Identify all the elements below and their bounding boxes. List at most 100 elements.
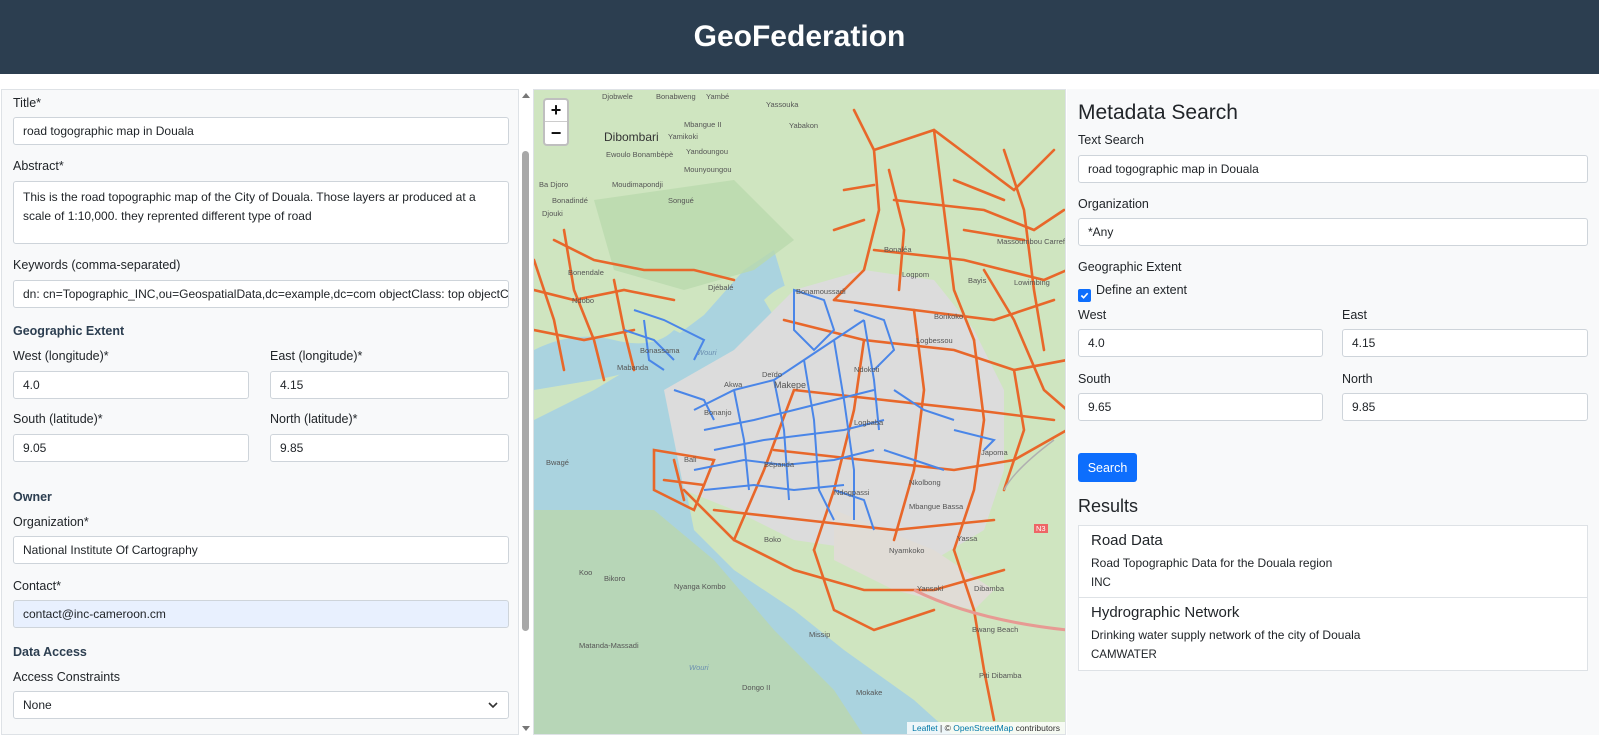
contact-input[interactable]: contact@inc-cameroon.cm	[13, 600, 509, 628]
map-label-yamikoki: Yamikoki	[668, 132, 698, 141]
results-heading: Results	[1078, 496, 1139, 516]
organization-input[interactable]: National Institute Of Cartography	[13, 536, 509, 564]
result-organization: INC	[1091, 577, 1111, 589]
map-attribution: Leaflet | © OpenStreetMap contributors	[907, 722, 1065, 734]
zoom-in-button[interactable]: +	[545, 100, 567, 122]
north-label: North (latitude)*	[270, 412, 358, 426]
map-label-boko: Boko	[764, 535, 782, 544]
east-label: East (longitude)*	[270, 349, 363, 363]
text-search-label: Text Search	[1078, 133, 1145, 147]
leaflet-link[interactable]: Leaflet	[912, 723, 938, 733]
map-label-mbangue-ii: Mbangue II	[684, 120, 722, 129]
search-north-input[interactable]: 9.85	[1342, 393, 1588, 421]
map-label-nyamkoko: Nyamkoko	[889, 546, 925, 555]
search-title: Metadata Search	[1078, 101, 1238, 124]
search-extent-label: Geographic Extent	[1078, 260, 1182, 274]
data-access-heading: Data Access	[13, 645, 87, 659]
map-label-bonanjo: Bonanjo	[704, 408, 732, 417]
map-label-mabanda: Mabanda	[617, 363, 649, 372]
search-west-input[interactable]: 4.0	[1078, 329, 1323, 357]
map-label-bwage: Bwagé	[546, 458, 569, 467]
map-label-djobwele: Djobwele	[602, 92, 633, 101]
map-label-bonassama: Bonassama	[640, 346, 680, 355]
north-input[interactable]: 9.85	[270, 434, 509, 462]
map-label-dibamba: Dibamba	[974, 584, 1005, 593]
map-label-bonadinde: Bonadindé	[552, 196, 588, 205]
map-label-nkolbong: Nkolbong	[909, 478, 941, 487]
map-label-massoumbou: Massoumbou Carrefour	[997, 237, 1065, 246]
map-label-ndokoti: Ndokoti	[854, 365, 880, 374]
title-label: Title*	[13, 96, 42, 110]
map-label-yassouka: Yassouka	[766, 100, 799, 109]
abstract-label: Abstract*	[13, 159, 64, 173]
result-item[interactable]: Road Data Road Topographic Data for the …	[1079, 526, 1587, 598]
map-label-bikoro: Bikoro	[604, 574, 626, 583]
form-scrollbar[interactable]	[520, 89, 532, 735]
scroll-down-icon[interactable]	[521, 725, 531, 733]
app-header: GeoFederation	[0, 0, 1599, 74]
scroll-up-icon[interactable]	[521, 91, 531, 99]
map-label-ewoulo: Ewoulo Bonambèpè	[606, 150, 674, 159]
result-item[interactable]: Hydrographic Network Drinking water supp…	[1079, 598, 1587, 670]
map-label-mokake: Mokake	[856, 688, 883, 697]
map-label-bonabweng: Bonabweng	[656, 92, 696, 101]
result-title[interactable]: Road Data	[1091, 532, 1575, 549]
metadata-form-panel[interactable]: Title* road togographic map in Douala Ab…	[1, 89, 519, 735]
search-south-input[interactable]: 9.65	[1078, 393, 1323, 421]
map-label-logbaba: Logbaba	[854, 418, 884, 427]
map-label-moudimapondji: Moudimapondji	[612, 180, 663, 189]
result-description: Road Topographic Data for the Douala reg…	[1091, 556, 1333, 570]
west-label: West (longitude)*	[13, 349, 109, 363]
abstract-textarea[interactable]: This is the road topographic map of the …	[13, 181, 509, 244]
map-label-bepanda: Bépanda	[764, 460, 795, 469]
title-input[interactable]: road togographic map in Douala	[13, 117, 509, 145]
map-label-matanda-massadi: Matanda-Massadi	[579, 641, 639, 650]
search-org-input[interactable]: *Any	[1078, 218, 1588, 246]
map-label-djouki: Djouki	[542, 209, 563, 218]
search-button[interactable]: Search	[1078, 453, 1137, 482]
contact-label: Contact*	[13, 579, 61, 593]
map-label-missip: Missip	[809, 630, 831, 639]
search-west-label: West	[1078, 308, 1107, 322]
map-label-yambe: Yambé	[706, 92, 730, 101]
keywords-input[interactable]: dn: cn=Topographic_INC,ou=GeospatialData…	[13, 280, 509, 308]
openstreetmap-link[interactable]: OpenStreetMap	[953, 723, 1013, 733]
east-input[interactable]: 4.15	[270, 371, 509, 399]
define-extent-label[interactable]: Define an extent	[1096, 283, 1187, 297]
map-label-logbessou: Logbessou	[916, 336, 953, 345]
map-label-yandoungou: Yandoungou	[686, 147, 728, 156]
west-input[interactable]: 4.0	[13, 371, 249, 399]
results-list: Road Data Road Topographic Data for the …	[1078, 525, 1588, 671]
map-label-yassa: Yassa	[957, 534, 978, 543]
zoom-out-button[interactable]: −	[545, 122, 567, 144]
map-label-ba-djoro: Ba Djoro	[539, 180, 569, 189]
map-label-makepe: Makepe	[774, 380, 807, 390]
access-constraints-select[interactable]: None	[13, 691, 509, 719]
map-view[interactable]: Djobwele Bonabweng Yambé Yassouka Yabako…	[533, 89, 1066, 735]
define-extent-checkbox[interactable]	[1078, 289, 1091, 302]
extent-heading: Geographic Extent	[13, 324, 125, 338]
text-search-input[interactable]: road togographic map in Douala	[1078, 155, 1588, 183]
result-description: Drinking water supply network of the cit…	[1091, 628, 1361, 642]
map-label-nyanga-kombo: Nyanga Kombo	[674, 582, 726, 591]
map-label-ndobo: Ndobo	[572, 296, 595, 305]
map-label-wouri: Wouri	[697, 348, 717, 357]
keywords-label: Keywords (comma-separated)	[13, 258, 181, 272]
checkmark-icon	[1080, 292, 1089, 299]
map-label-bayis: Bayis	[968, 276, 987, 285]
map-label-yansoki: Yansoki	[917, 584, 944, 593]
zoom-control[interactable]: + −	[543, 98, 569, 146]
attribution-contributors: contributors	[1013, 723, 1060, 733]
search-east-input[interactable]: 4.15	[1342, 329, 1588, 357]
map-label-piti-dibamba: Piti Dibamba	[979, 671, 1022, 680]
map-label-deido: Deïdo	[762, 370, 783, 379]
map-label-lowimbing: Lowimbing	[1014, 278, 1050, 287]
organization-label: Organization*	[13, 515, 89, 529]
map-label-ndogpassi: Ndogpassi	[834, 488, 870, 497]
south-label: South (latitude)*	[13, 412, 103, 426]
map-label-mbangue-bassa: Mbangue Bassa	[909, 502, 964, 511]
south-input[interactable]: 9.05	[13, 434, 249, 462]
metadata-search-panel: Metadata Search Text Search road togogra…	[1067, 89, 1599, 735]
result-title[interactable]: Hydrographic Network	[1091, 604, 1575, 621]
scrollbar-thumb[interactable]	[522, 151, 529, 631]
